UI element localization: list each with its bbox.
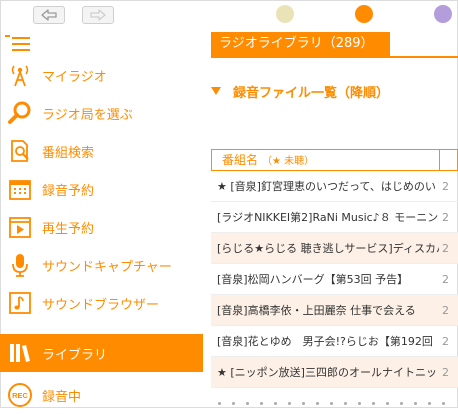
sidebar-item-playback-schedule[interactable]: 再生予約 <box>0 208 203 246</box>
table-row[interactable]: [音泉]高橋李依・上田麗奈 仕事で会える 2 <box>211 295 458 326</box>
table-row[interactable]: ★ [ニッポン放送]三四郎のオールナイトニッ 2 <box>211 357 458 388</box>
search-icon <box>0 94 40 132</box>
collapse-triangle-icon <box>211 87 221 95</box>
program-name-cell: [音泉]松岡ハンバーグ【第53回 予告】 <box>217 273 409 286</box>
sidebar-item-label: 番組検索 <box>42 145 95 161</box>
date-cell: 2 <box>442 303 449 317</box>
sidebar-item-label: 録音予約 <box>42 183 95 199</box>
table-row[interactable]: [ラジオNIKKEI第2]RaNi Music♪８ モーニン 2 <box>211 202 458 233</box>
sidebar-item-my-radio[interactable]: マイラジオ <box>0 56 203 94</box>
arrow-right-icon <box>90 9 106 21</box>
antenna-icon <box>0 56 40 94</box>
sidebar-item-recording-schedule[interactable]: 録音予約 <box>0 170 203 208</box>
date-cell: 2 <box>442 210 449 224</box>
sidebar: マイラジオ ラジオ局を選ぶ 番組検索 録音予約 再生予約 サウンドキャプチャー <box>0 30 203 408</box>
table-row[interactable]: [音泉]花とゆめ 男子会!?らじお【第192回 2 <box>211 326 458 357</box>
horizontal-scrollbar[interactable] <box>218 400 448 406</box>
sidebar-item-recording[interactable]: REC 録音中 <box>0 376 203 414</box>
sidebar-item-label: マイラジオ <box>42 69 107 85</box>
theme-dot-orange[interactable] <box>355 5 373 23</box>
recording-table: 番組名 （★ 未聴） ★ [音泉]釘宮理恵のいつだって、はじめのい 2 [ラジオNI… <box>211 149 458 388</box>
program-name-cell: [音泉]高橋李依・上田麗奈 仕事で会える <box>217 304 416 317</box>
column-header-date[interactable] <box>440 150 457 170</box>
section-header-recording-list[interactable]: 録音ファイル一覧（降順） <box>211 82 390 101</box>
date-cell: 2 <box>442 272 449 286</box>
table-header: 番組名 （★ 未聴） <box>211 149 458 171</box>
program-name-cell: [ラジオNIKKEI第2]RaNi Music♪８ モーニン <box>217 211 439 224</box>
microphone-icon <box>0 246 40 284</box>
document-search-icon <box>0 132 40 170</box>
table-row[interactable]: ★ [音泉]釘宮理恵のいつだって、はじめのい 2 <box>211 171 458 202</box>
forward-button[interactable] <box>82 6 114 24</box>
sidebar-item-label: 録音中 <box>42 389 82 405</box>
music-note-icon <box>0 284 40 322</box>
sidebar-item-library[interactable]: ライブラリ <box>0 334 203 372</box>
sidebar-item-label: 再生予約 <box>42 221 95 237</box>
sidebar-item-select-station[interactable]: ラジオ局を選ぶ <box>0 94 203 132</box>
library-icon <box>0 334 40 372</box>
sidebar-item-sound-capture[interactable]: サウンドキャプチャー <box>0 246 203 284</box>
theme-dot-purple[interactable] <box>434 5 452 23</box>
main-panel: ラジオライブラリ（289） 録音ファイル一覧（降順） 番組名 （★ 未聴） ★ [… <box>203 30 458 408</box>
table-row[interactable]: [音泉]松岡ハンバーグ【第53回 予告】 2 <box>211 264 458 295</box>
page-title: ラジオライブラリ（289） <box>211 32 390 56</box>
arrow-left-icon <box>41 9 57 21</box>
theme-dot-cream[interactable] <box>276 5 294 23</box>
menu-icon <box>5 35 10 37</box>
program-name-cell: [音泉]花とゆめ 男子会!?らじお【第192回 <box>217 335 433 348</box>
sidebar-item-label: ライブラリ <box>42 347 108 363</box>
sidebar-item-label: ラジオ局を選ぶ <box>42 107 133 123</box>
program-name-cell: ★ [音泉]釘宮理恵のいつだって、はじめのい <box>217 180 436 193</box>
date-cell: 2 <box>442 179 449 193</box>
date-cell: 2 <box>442 334 449 348</box>
rec-icon: REC <box>0 376 40 414</box>
table-row[interactable]: [らじる★らじる 聴き逃しサービス]ディスカバー 2 <box>211 233 458 264</box>
sidebar-item-program-search[interactable]: 番組検索 <box>0 132 203 170</box>
program-name-cell: [らじる★らじる 聴き逃しサービス]ディスカバー <box>217 242 439 255</box>
date-cell: 2 <box>442 241 449 255</box>
back-button[interactable] <box>33 6 65 24</box>
column-header-program-name[interactable]: 番組名 （★ 未聴） <box>212 150 440 170</box>
calendar-icon <box>0 170 40 208</box>
sidebar-item-sound-browser[interactable]: サウンドブラウザー <box>0 284 203 322</box>
column-header-unheard-note: （★ 未聴） <box>262 156 315 167</box>
sidebar-item-label: サウンドブラウザー <box>42 297 160 313</box>
top-bar <box>0 0 458 30</box>
program-name-cell: ★ [ニッポン放送]三四郎のオールナイトニッ <box>217 366 437 379</box>
sidebar-item-label: サウンドキャプチャー <box>42 259 172 275</box>
menu-button[interactable] <box>3 33 31 55</box>
svg-text:REC: REC <box>12 391 28 400</box>
play-schedule-icon <box>0 208 40 246</box>
title-underline <box>211 56 458 58</box>
section-title: 録音ファイル一覧（降順） <box>233 85 390 101</box>
date-cell: 2 <box>442 365 449 379</box>
